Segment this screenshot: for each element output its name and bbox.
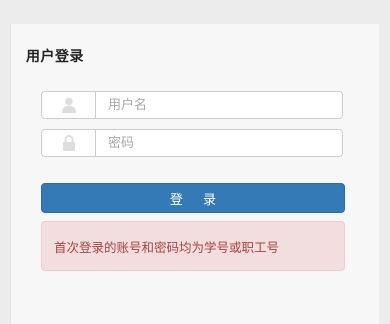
lock-icon xyxy=(42,130,96,156)
user-icon xyxy=(42,92,96,118)
alert-message: 首次登录的账号和密码均为学号或职工号 xyxy=(54,239,280,255)
username-input[interactable] xyxy=(96,92,342,118)
info-alert: 首次登录的账号和密码均为学号或职工号 xyxy=(41,221,345,271)
login-button[interactable]: 登 录 xyxy=(41,183,345,213)
password-group xyxy=(41,129,343,157)
username-group xyxy=(41,91,343,119)
password-input[interactable] xyxy=(96,130,342,156)
login-panel: 用户登录 登 录 首次登录的账号和密码均为学号或职工号 xyxy=(10,24,379,324)
panel-title: 用户登录 xyxy=(26,49,84,65)
